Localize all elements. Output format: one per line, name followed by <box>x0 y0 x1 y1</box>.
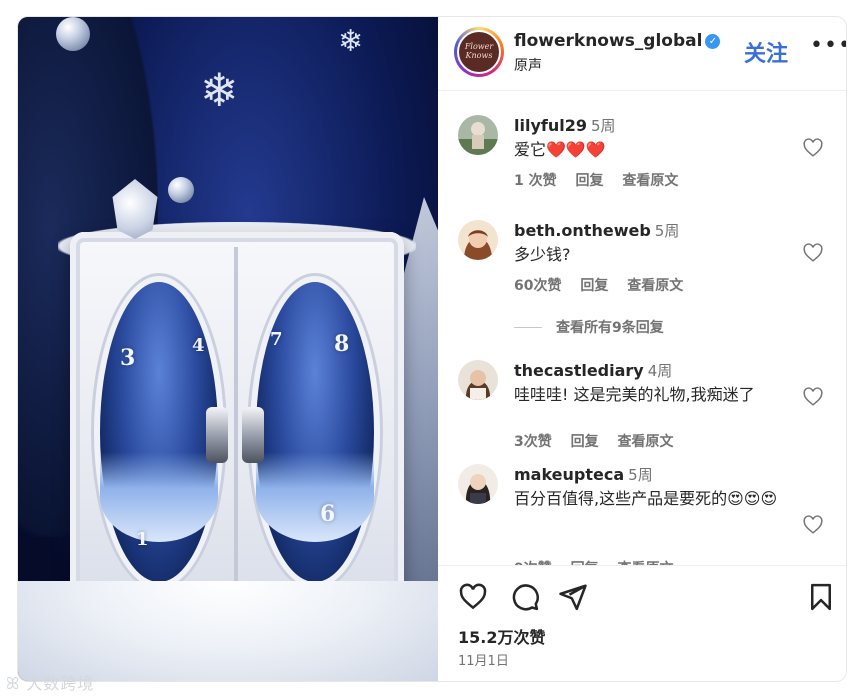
bauble-ornament <box>56 17 90 51</box>
door-handle <box>206 407 228 463</box>
door-number: 7 <box>270 329 283 350</box>
comment-likes-link[interactable]: 3次赞 <box>514 434 552 450</box>
see-original-link[interactable]: 查看原文 <box>618 434 674 450</box>
comment-time: 5周 <box>654 222 680 240</box>
view-replies-text[interactable]: 查看所有9条回复 <box>556 320 664 336</box>
post-username[interactable]: flowerknows_global ✓ <box>514 31 721 51</box>
comment-text: 百分百值得,这些产品是要死的😍😍😍 <box>514 489 778 508</box>
comment-text: 爱它❤️❤️❤️ <box>514 140 606 159</box>
watermark-logo-icon: ꕤ <box>6 674 27 693</box>
comments-panel: Flower Knows flowerknows_global ✓ 原声 关注 •… <box>438 17 846 681</box>
more-options-icon[interactable]: ••• <box>810 33 846 58</box>
door-number: 4 <box>192 335 205 356</box>
reply-button[interactable]: 回复 <box>571 434 599 450</box>
door-number: 1 <box>136 529 149 550</box>
like-heart-icon[interactable] <box>458 582 488 612</box>
comment-likes-link[interactable]: 60次赞 <box>514 278 561 294</box>
comment-username-text[interactable]: beth.ontheweb <box>514 221 651 240</box>
post-likes-count[interactable]: 15.2万次赞 <box>458 624 545 648</box>
heart-icon[interactable] <box>802 137 824 159</box>
comment-username-text[interactable]: lilyful29 <box>514 116 587 135</box>
right-door-window <box>256 282 374 582</box>
follow-button[interactable]: 关注 <box>744 36 788 68</box>
avatar-logo-text: Flower Knows <box>457 30 501 74</box>
comment-text: 哇哇哇! 这是完美的礼物,我痴迷了 <box>514 385 755 404</box>
comment-meta: 3次赞 回复 查看原文 <box>514 431 688 451</box>
replies-divider <box>514 327 542 328</box>
comment-username-text[interactable]: thecastlediary <box>514 361 644 380</box>
watermark: ꕤ 大数跨境 <box>6 670 94 694</box>
comment-bubble-icon[interactable] <box>510 582 540 612</box>
door-split <box>234 247 238 617</box>
reply-button[interactable]: 回复 <box>580 278 608 294</box>
view-all-replies-link[interactable]: 查看所有9条回复 <box>514 317 664 337</box>
snowflake-ornament-icon: ❄ <box>200 63 239 117</box>
verified-badge-icon: ✓ <box>705 34 721 49</box>
post-media-image[interactable]: ❄ ❄ 3 4 7 8 6 1 <box>18 17 438 681</box>
see-original-link[interactable]: 查看原文 <box>622 173 678 189</box>
comment-time: 5周 <box>628 466 653 484</box>
post-date[interactable]: 11月1日 <box>458 650 509 669</box>
save-bookmark-icon[interactable] <box>806 582 836 612</box>
watermark-text: 大数跨境 <box>26 674 95 693</box>
snowflake-ornament-icon: ❄ <box>338 24 364 59</box>
commenter-avatar[interactable] <box>458 115 498 155</box>
door-handle <box>242 407 264 463</box>
see-original-link[interactable]: 查看原文 <box>627 278 683 294</box>
heart-icon[interactable] <box>802 242 824 264</box>
profile-avatar[interactable]: Flower Knows <box>454 27 504 77</box>
comment-username[interactable]: makeupteca 5周 <box>514 464 653 485</box>
comment-likes-link[interactable]: 1 次赞 <box>514 173 557 189</box>
post-username-text[interactable]: flowerknows_global <box>514 31 702 51</box>
comment-time: 5周 <box>590 117 616 135</box>
heart-icon[interactable] <box>802 386 824 408</box>
audio-label[interactable]: 原声 <box>514 55 542 75</box>
comment-meta: 1 次赞 回复 查看原文 <box>514 170 692 190</box>
door-number: 3 <box>120 345 136 371</box>
post-card: ❄ ❄ 3 4 7 8 6 1 Flower Knows flowerknows… <box>18 17 846 681</box>
heart-icon[interactable] <box>802 514 824 536</box>
commenter-avatar[interactable] <box>458 360 498 400</box>
left-door-window <box>100 282 218 582</box>
comment-username[interactable]: thecastlediary 4周 <box>514 360 672 381</box>
comment-username-text[interactable]: makeupteca <box>514 465 624 484</box>
commenter-avatar[interactable] <box>458 220 498 260</box>
share-send-icon[interactable] <box>558 582 588 612</box>
commenter-avatar[interactable] <box>458 464 498 504</box>
comment-username[interactable]: lilyful29 5周 <box>514 115 616 136</box>
comment-time: 4周 <box>647 362 673 380</box>
door-number: 6 <box>320 501 336 527</box>
comment-username[interactable]: beth.ontheweb 5周 <box>514 220 679 241</box>
comment-meta: 60次赞 回复 查看原文 <box>514 275 697 295</box>
post-header: Flower Knows flowerknows_global ✓ 原声 关注 •… <box>438 17 846 91</box>
comment-text: 多少钱? <box>514 245 571 264</box>
snow-ground <box>18 581 438 681</box>
bauble-ornament <box>168 177 194 203</box>
reply-button[interactable]: 回复 <box>576 173 604 189</box>
door-number: 8 <box>334 331 350 357</box>
post-action-bar: 15.2万次赞 11月1日 <box>438 565 846 681</box>
